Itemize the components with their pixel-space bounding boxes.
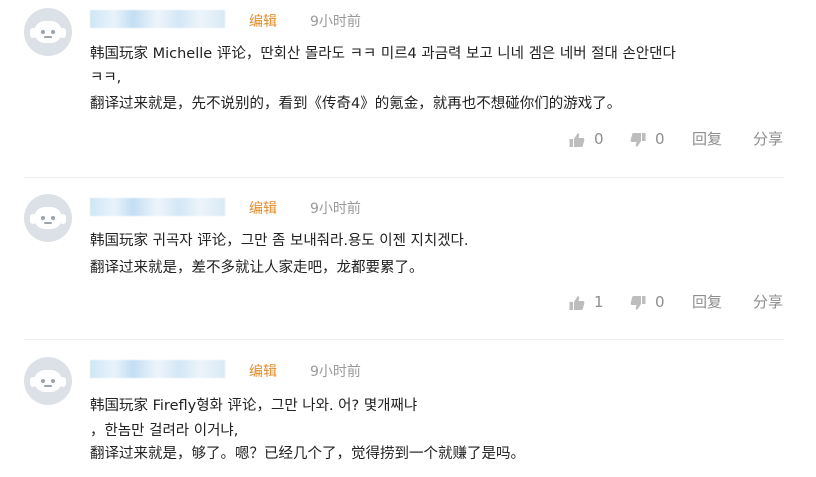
comment-text-line: ㅋㅋ, [90, 70, 122, 86]
comment-actions: 0 0 回复 分享 [0, 128, 816, 150]
avatar[interactable] [24, 194, 72, 242]
comment-text-line: 韩国玩家 Firefly형화 评论，그만 나와. 어? 몇개째냐 [90, 398, 418, 414]
comment-text-line: 翻译过来就是，差不多就让人家走吧，龙都要累了。 [90, 260, 424, 276]
like-count[interactable]: 1 [594, 291, 604, 313]
edit-link[interactable]: 编辑 [249, 361, 277, 381]
username-blurred[interactable] [90, 360, 225, 378]
dislike-count[interactable]: 0 [655, 291, 665, 313]
comment-actions: 1 0 回复 分享 [0, 291, 816, 313]
comment-text-line: ，한놈만 걸려라 이거냐, [90, 423, 239, 439]
username-blurred[interactable] [90, 10, 225, 28]
like-count[interactable]: 0 [594, 128, 604, 150]
username-blurred[interactable] [90, 198, 225, 216]
reply-button[interactable]: 回复 [692, 291, 722, 313]
comment-text-line: 韩国玩家 Michelle 评论，딴회산 몰라도 ㅋㅋ 미르4 과금력 보고 니… [90, 46, 676, 62]
timestamp: 9小时前 [310, 14, 361, 30]
dislike-count[interactable]: 0 [655, 128, 665, 150]
share-button[interactable]: 分享 [753, 128, 783, 150]
timestamp: 9小时前 [310, 364, 361, 380]
comment-text-line: 韩国玩家 귀곡자 评论，그만 좀 보내줘라.용도 이젠 지치겠다. [90, 233, 469, 249]
timestamp: 9小时前 [310, 201, 361, 217]
edit-link[interactable]: 编辑 [249, 11, 277, 31]
comment-item: 编辑 9小时前 韩国玩家 귀곡자 评论，그만 좀 보내줘라.용도 이젠 지치겠다… [0, 178, 816, 340]
thumbs-up-icon[interactable] [569, 132, 585, 148]
thumbs-down-icon[interactable] [630, 132, 646, 148]
thumbs-up-icon[interactable] [569, 295, 585, 311]
comment-text-line: 翻译过来就是，先不说别的，看到《传奇4》的氪金，就再也不想碰你们的游戏了。 [90, 96, 622, 112]
share-button[interactable]: 分享 [753, 291, 783, 313]
avatar[interactable] [24, 357, 72, 405]
reply-button[interactable]: 回复 [692, 128, 722, 150]
avatar[interactable] [24, 8, 72, 56]
comment-item: 编辑 9小时前 韩国玩家 Firefly형화 评论，그만 나와. 어? 몇개째냐… [0, 340, 816, 477]
comment-text-line: 翻译过来就是，够了。嗯？已经几个了，觉得捞到一个就赚了是吗。 [90, 446, 525, 462]
comment-item: 编辑 9小时前 韩国玩家 Michelle 评论，딴회산 몰라도 ㅋㅋ 미르4 … [0, 0, 816, 178]
edit-link[interactable]: 编辑 [249, 198, 277, 218]
thumbs-down-icon[interactable] [630, 295, 646, 311]
